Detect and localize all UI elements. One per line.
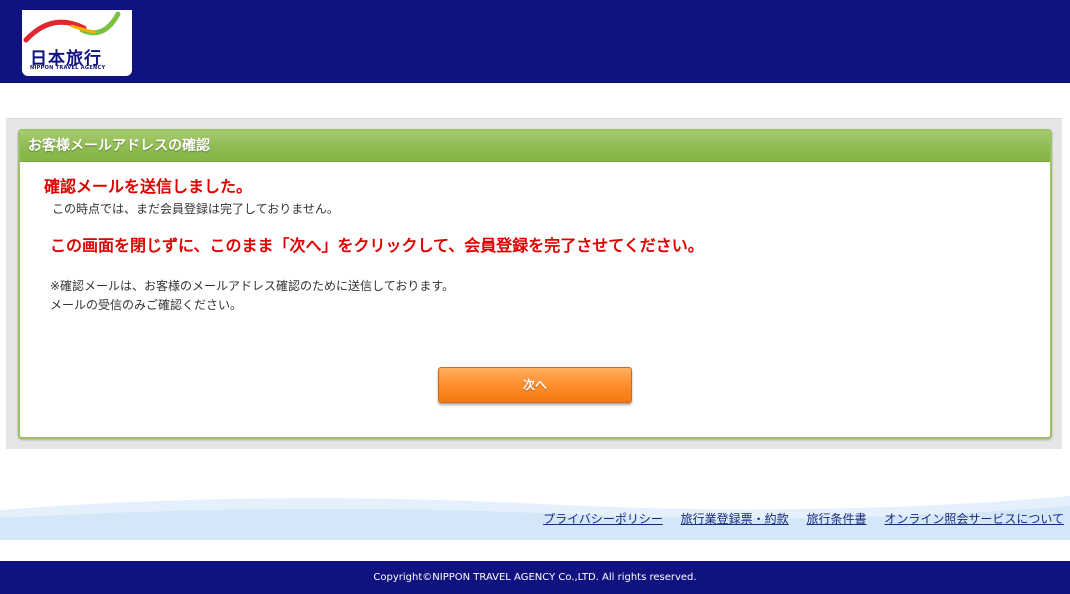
footer-link-online-inquiry[interactable]: オンライン照会サービスについて	[884, 512, 1064, 526]
next-button[interactable]: 次へ	[438, 367, 632, 403]
footer-link-privacy[interactable]: プライバシーポリシー	[543, 512, 663, 526]
instruction-message: この画面を閉じずに、このまま「次へ」をクリックして、会員登録を完了させてください…	[50, 236, 704, 255]
site-header: 日本旅行 NIPPON TRAVEL AGENCY	[0, 0, 1070, 83]
email-confirm-panel: お客様メールアドレスの確認 確認メールを送信しました。 この時点では、まだ会員登…	[18, 129, 1052, 439]
site-logo[interactable]: 日本旅行 NIPPON TRAVEL AGENCY	[22, 10, 132, 76]
copyright-bar: Copyright©NIPPON TRAVEL AGENCY Co.,LTD. …	[0, 561, 1070, 594]
copyright-text: Copyright©NIPPON TRAVEL AGENCY Co.,LTD. …	[373, 572, 697, 583]
note-line-2: メールの受信のみご確認ください。	[50, 298, 243, 312]
footer-link-travel-conditions[interactable]: 旅行条件書	[807, 512, 867, 526]
footer-links: プライバシーポリシー 旅行業登録票・約款 旅行条件書 オンライン照会サービスにつ…	[529, 510, 1064, 527]
logo-swoosh-icon	[23, 11, 121, 43]
panel-title: お客様メールアドレスの確認	[20, 131, 1050, 162]
note-line-1: ※確認メールは、お客様のメールアドレス確認のために送信しております。	[50, 279, 455, 293]
not-complete-message: この時点では、まだ会員登録は完了しておりません。	[52, 202, 339, 216]
logo-subtext: NIPPON TRAVEL AGENCY	[30, 65, 106, 71]
sent-message: 確認メールを送信しました。	[44, 177, 253, 196]
footer-link-registration[interactable]: 旅行業登録票・約款	[681, 512, 789, 526]
content-frame: お客様メールアドレスの確認 確認メールを送信しました。 この時点では、まだ会員登…	[6, 118, 1062, 449]
